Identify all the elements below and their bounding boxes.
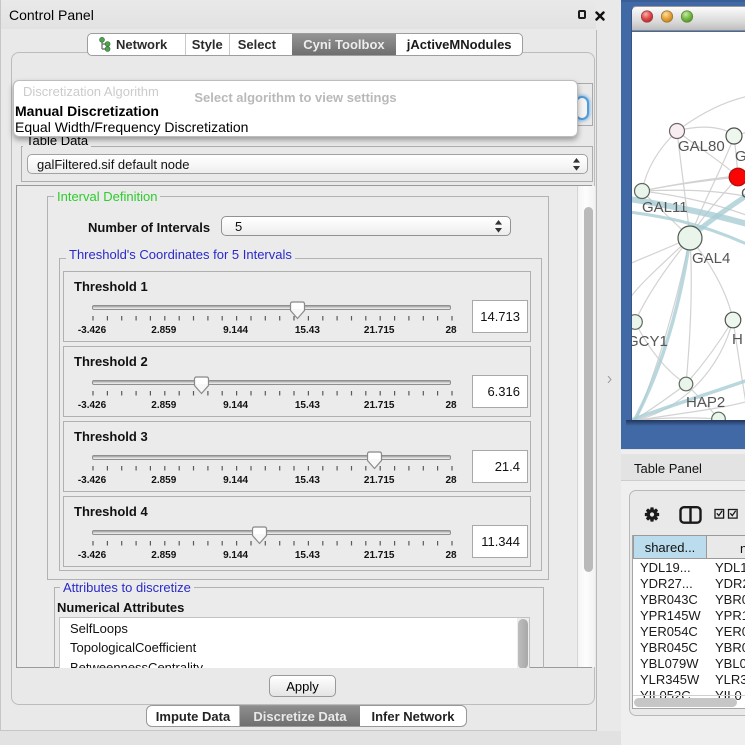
svg-text:GAL80: GAL80	[678, 138, 725, 155]
svg-text:C: C	[741, 185, 745, 202]
svg-text:GCY1: GCY1	[632, 333, 668, 350]
svg-text:HAP2: HAP2	[686, 394, 725, 411]
svg-text:GAL4: GAL4	[692, 250, 730, 267]
svg-text:G...: G...	[735, 148, 745, 165]
svg-text:GAL11: GAL11	[642, 199, 688, 216]
svg-text:H: H	[732, 331, 743, 348]
